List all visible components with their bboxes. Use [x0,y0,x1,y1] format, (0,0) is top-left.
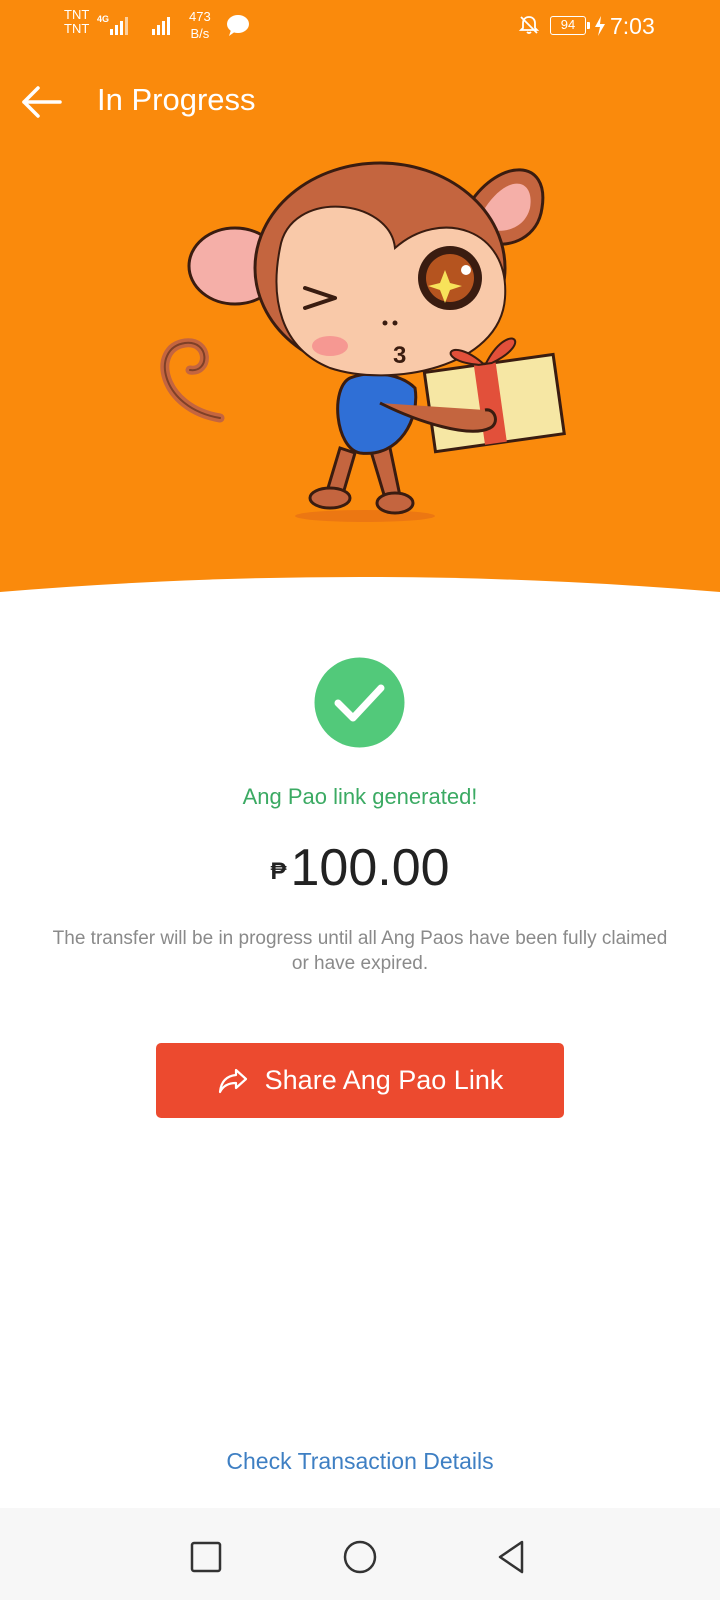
svg-text:3: 3 [393,342,406,369]
amount-value: 100.00 [290,839,450,897]
square-icon[interactable] [186,1537,226,1577]
currency-symbol: ₱ [270,858,287,885]
signal-icon [152,17,170,35]
clock: 7:03 [610,13,655,39]
battery-level: 94 [550,16,586,35]
battery-tip [587,22,590,29]
transaction-details-link[interactable]: Check Transaction Details [0,1448,720,1475]
checkmark-circle-icon [314,657,405,748]
triangle-back-icon[interactable] [492,1537,532,1577]
share-button-label: Share Ang Pao Link [264,1065,504,1095]
bell-muted-icon [518,16,540,34]
status-bar: TNT TNT 4G 473 B/s 94 7:03 [0,0,720,52]
signal-icon [110,17,128,35]
message-icon [227,15,249,36]
share-link-button[interactable]: Share Ang Pao Link [156,1043,564,1118]
amount-display: ₱100.00 [0,838,720,898]
arrow-left-icon [22,86,62,118]
network-speed: 473 B/s [189,9,211,41]
charging-icon [595,16,605,36]
back-button[interactable] [18,78,66,126]
banner-curve [0,577,720,610]
monkey-gift-illustration: 3 [160,161,566,522]
circle-icon[interactable] [340,1537,380,1577]
status-message: Ang Pao link generated! [242,784,478,809]
carrier-names: TNT TNT [64,7,90,36]
page-title: In Progress [97,82,256,117]
share-arrow-icon [218,1068,247,1093]
network-type: 4G [97,14,110,24]
transfer-description: The transfer will be in progress until a… [52,928,668,974]
